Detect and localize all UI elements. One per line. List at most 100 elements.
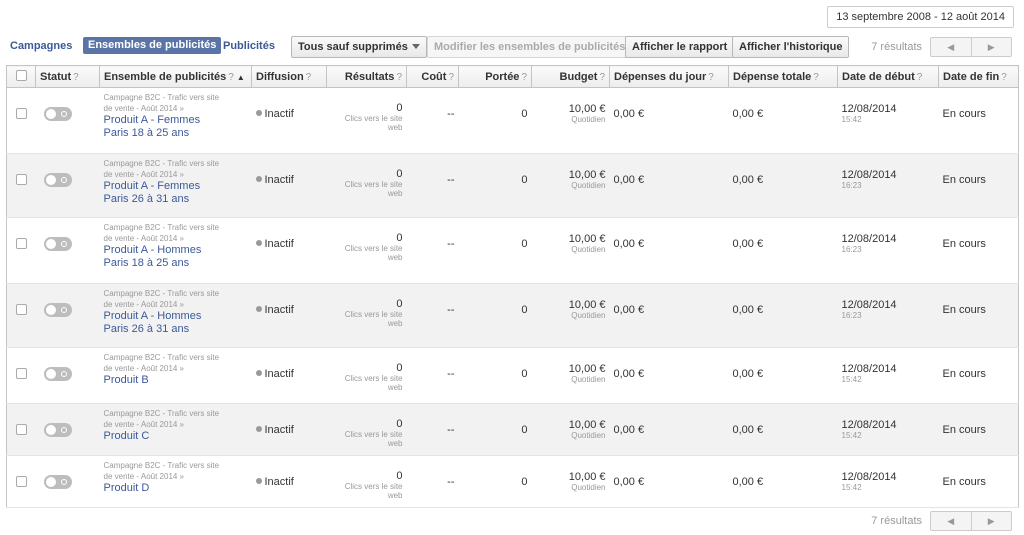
edit-adsets-button[interactable]: Modifier les ensembles de publicités	[427, 36, 645, 58]
col-total-spend[interactable]: Dépense totale?	[728, 65, 838, 88]
table-row[interactable]: Campagne B2C - Trafic vers site de vente …	[6, 347, 1019, 404]
results-type: Clics vers le site web	[344, 310, 403, 328]
adset-name-link[interactable]: Produit B	[104, 374, 248, 387]
table-row[interactable]: Campagne B2C - Trafic vers site de vente …	[6, 403, 1019, 456]
help-icon[interactable]: ?	[813, 72, 819, 83]
row-checkbox[interactable]	[15, 368, 27, 379]
adset-campaign-link[interactable]: Campagne B2C - Trafic vers site de vente …	[104, 88, 248, 114]
adset-campaign-link[interactable]: Campagne B2C - Trafic vers site de vente …	[104, 348, 248, 374]
prev-page-icon[interactable]: ◀	[931, 38, 972, 56]
delivery-status: Inactif	[255, 304, 323, 316]
col-results[interactable]: Résultats?	[326, 65, 407, 88]
table-row[interactable]: Campagne B2C - Trafic vers site de vente …	[6, 217, 1019, 284]
date-range-picker[interactable]: 13 septembre 2008 - 12 août 2014	[827, 6, 1014, 28]
adset-name-link[interactable]: Produit A - Femmes Paris 18 à 25 ans	[104, 114, 248, 140]
status-toggle[interactable]	[43, 107, 72, 121]
col-end-date-label: Date de fin	[943, 70, 1000, 83]
results-value: 0	[396, 168, 403, 180]
row-checkbox[interactable]	[15, 476, 27, 487]
results-type: Clics vers le site web	[344, 244, 403, 262]
help-icon[interactable]: ?	[708, 72, 714, 83]
help-icon[interactable]: ?	[396, 72, 402, 83]
results-value: 0	[396, 470, 403, 482]
budget-type: Quotidien	[571, 245, 606, 254]
toolbar: Campagnes Ensembles de publicités Public…	[10, 36, 1012, 58]
nav-ads-link[interactable]: Publicités	[223, 40, 275, 52]
daily-spend-value: 0,00 €	[613, 238, 645, 250]
results-type: Clics vers le site web	[344, 374, 403, 392]
table-header-row: Statut? Ensemble de publicités? ▲ Diffus…	[6, 65, 1019, 88]
adset-name-link[interactable]: Produit A - Hommes Paris 18 à 25 ans	[104, 244, 248, 270]
help-icon[interactable]: ?	[448, 72, 454, 83]
prev-page-icon[interactable]: ◀	[931, 512, 972, 530]
total-spend-value: 0,00 €	[732, 476, 764, 488]
view-report-button[interactable]: Afficher le rapport	[625, 36, 735, 58]
adset-campaign-link[interactable]: Campagne B2C - Trafic vers site de vente …	[104, 404, 248, 430]
status-toggle[interactable]	[43, 475, 72, 489]
table-row[interactable]: Campagne B2C - Trafic vers site de vente …	[6, 87, 1019, 154]
col-budget[interactable]: Budget?	[531, 65, 610, 88]
results-value: 0	[396, 102, 403, 114]
help-icon[interactable]: ?	[521, 72, 527, 83]
col-start-date[interactable]: Date de début?	[837, 65, 939, 88]
row-checkbox[interactable]	[15, 238, 27, 249]
col-delivery[interactable]: Diffusion?	[251, 65, 327, 88]
help-icon[interactable]: ?	[228, 72, 234, 83]
help-icon[interactable]: ?	[917, 72, 923, 83]
reach-value: 0	[521, 368, 528, 380]
status-toggle[interactable]	[43, 303, 72, 317]
view-history-button[interactable]: Afficher l'historique	[732, 36, 850, 58]
status-toggle[interactable]	[43, 367, 72, 381]
row-checkbox[interactable]	[15, 304, 27, 315]
reach-value: 0	[521, 238, 528, 250]
end-date-value: En cours	[942, 476, 986, 488]
col-adset-label: Ensemble de publicités	[104, 70, 227, 83]
status-toggle[interactable]	[43, 173, 72, 187]
inactive-dot-icon	[255, 240, 262, 246]
start-time-value: 16:23	[841, 181, 862, 190]
end-date-value: En cours	[942, 238, 986, 250]
end-date-value: En cours	[942, 368, 986, 380]
col-cost[interactable]: Coût?	[406, 65, 459, 88]
adset-campaign-link[interactable]: Campagne B2C - Trafic vers site de vente …	[104, 284, 248, 310]
table-row[interactable]: Campagne B2C - Trafic vers site de vente …	[6, 153, 1019, 218]
col-status-label: Statut	[40, 70, 72, 83]
results-value: 0	[396, 418, 403, 430]
col-daily-spend[interactable]: Dépenses du jour?	[609, 65, 729, 88]
col-end-date[interactable]: Date de fin?	[938, 65, 1019, 88]
end-date-value: En cours	[942, 174, 986, 186]
nav-adsets-tab[interactable]: Ensembles de publicités	[83, 37, 222, 54]
start-date-value: 12/08/2014	[841, 169, 897, 181]
inactive-dot-icon	[255, 478, 262, 484]
nav-campaigns-link[interactable]: Campagnes	[10, 40, 72, 52]
results-type: Clics vers le site web	[344, 482, 403, 500]
table-row[interactable]: Campagne B2C - Trafic vers site de vente …	[6, 283, 1019, 348]
help-icon[interactable]: ?	[306, 72, 312, 83]
total-spend-value: 0,00 €	[732, 108, 764, 120]
col-adset[interactable]: Ensemble de publicités? ▲	[99, 65, 252, 88]
adset-name-link[interactable]: Produit A - Hommes Paris 26 à 31 ans	[104, 310, 248, 336]
row-checkbox[interactable]	[15, 424, 27, 435]
status-toggle[interactable]	[43, 423, 72, 437]
col-status[interactable]: Statut?	[35, 65, 100, 88]
adset-name-link[interactable]: Produit C	[104, 430, 248, 443]
status-toggle[interactable]	[43, 237, 72, 251]
col-delivery-label: Diffusion	[256, 70, 304, 83]
filter-dropdown[interactable]: Tous sauf supprimés	[291, 36, 427, 58]
help-icon[interactable]: ?	[599, 72, 605, 83]
help-icon[interactable]: ?	[1001, 72, 1007, 83]
next-page-icon[interactable]: ▶	[972, 512, 1012, 530]
adset-campaign-link[interactable]: Campagne B2C - Trafic vers site de vente …	[104, 218, 248, 244]
adset-name-link[interactable]: Produit A - Femmes Paris 26 à 31 ans	[104, 180, 248, 206]
table-row[interactable]: Campagne B2C - Trafic vers site de vente …	[6, 455, 1019, 508]
help-icon[interactable]: ?	[73, 72, 79, 83]
adset-campaign-link[interactable]: Campagne B2C - Trafic vers site de vente …	[104, 456, 248, 482]
results-type: Clics vers le site web	[344, 430, 403, 448]
col-reach[interactable]: Portée?	[458, 65, 532, 88]
adset-name-link[interactable]: Produit D	[104, 482, 248, 495]
row-checkbox[interactable]	[15, 108, 27, 119]
next-page-icon[interactable]: ▶	[972, 38, 1012, 56]
adset-campaign-link[interactable]: Campagne B2C - Trafic vers site de vente …	[104, 154, 248, 180]
select-all-checkbox[interactable]	[15, 69, 27, 81]
row-checkbox[interactable]	[15, 174, 27, 185]
